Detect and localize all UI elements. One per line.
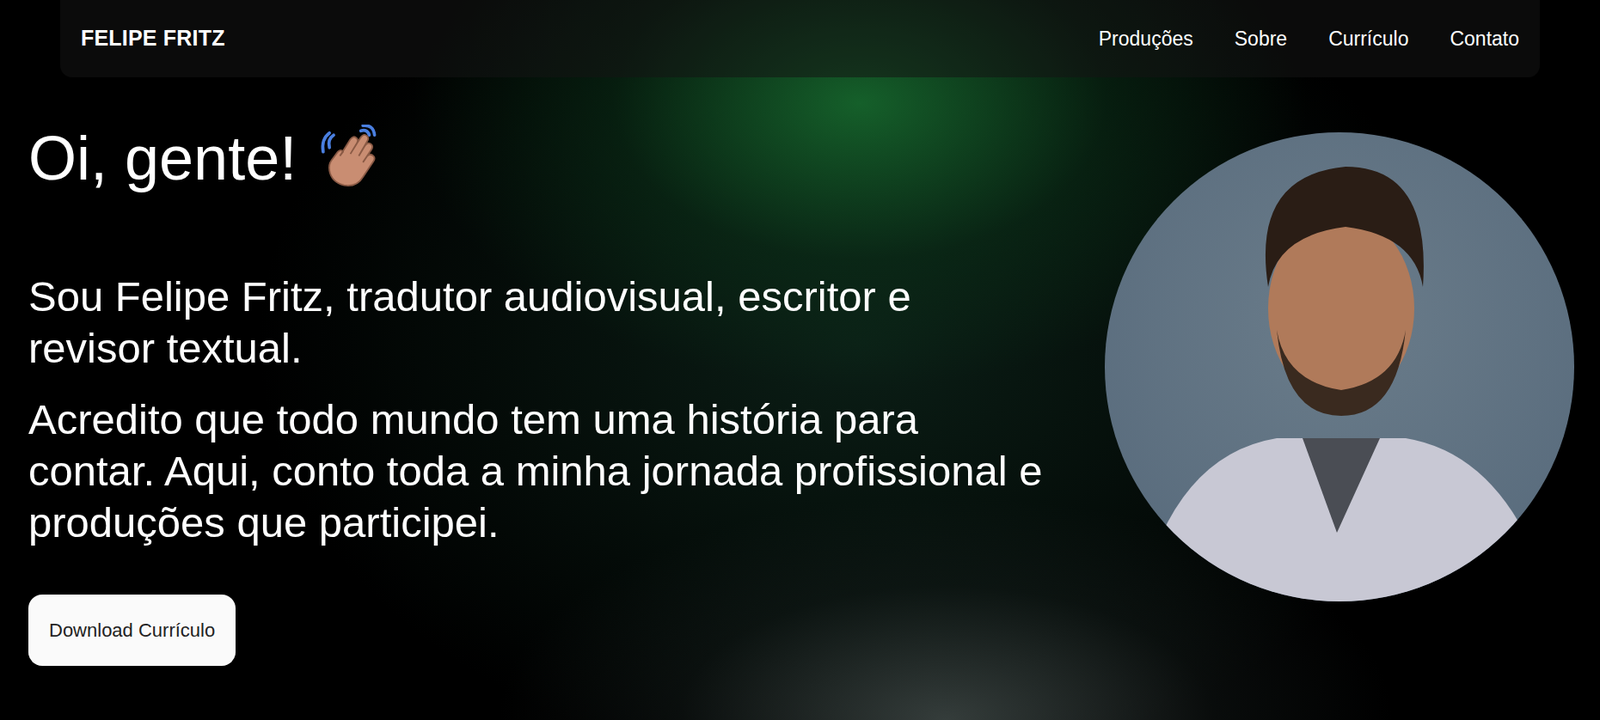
- nav-link[interactable]: Currículo: [1328, 24, 1409, 55]
- waving-hand-icon: [318, 124, 387, 192]
- hero-text: Oi, gente! Sou Felipe Fritz, tradutor au…: [28, 77, 1043, 667]
- top-navbar: FELIPE FRITZ Produções Sobre Currículo Cont…: [60, 0, 1540, 78]
- intro-paragraphs: Sou Felipe Fritz, tradutor audiovisual, …: [28, 270, 1043, 549]
- download-cv-button[interactable]: Download Currículo: [28, 594, 236, 667]
- hero-section: Oi, gente! Sou Felipe Fritz, tradutor au…: [0, 77, 1600, 667]
- greeting-text: Oi, gente!: [28, 121, 297, 196]
- nav-links: Produções Sobre Currículo Contato: [1098, 24, 1520, 55]
- brand-logo[interactable]: FELIPE FRITZ: [80, 22, 226, 56]
- nav-link[interactable]: Sobre: [1234, 24, 1288, 55]
- profile-photo: [1104, 132, 1575, 602]
- intro-paragraph: Acredito que todo mundo tem uma história…: [28, 393, 1043, 549]
- greeting-heading: Oi, gente!: [28, 121, 1043, 196]
- intro-paragraph: Sou Felipe Fritz, tradutor audiovisual, …: [28, 270, 1043, 374]
- nav-link[interactable]: Contato: [1449, 24, 1520, 55]
- nav-link[interactable]: Produções: [1098, 24, 1194, 55]
